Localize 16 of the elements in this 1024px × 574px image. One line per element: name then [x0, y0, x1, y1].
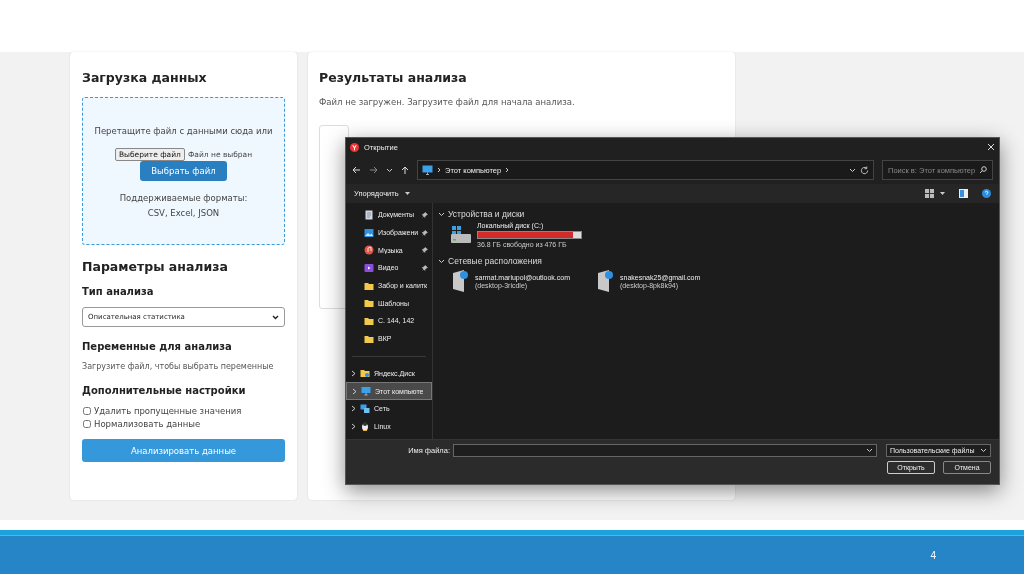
checkbox-label: Удалить пропущенные значения [94, 406, 242, 416]
formats-text: Поддерживаемые форматы: CSV, Excel, JSON [118, 192, 249, 220]
section-heading: Загрузка данных [82, 70, 208, 85]
field-label: Переменные для анализа [82, 341, 233, 352]
checkbox-label: Нормализовать данные [94, 419, 201, 429]
page-number: 4 [930, 549, 936, 561]
field-label: Дополнительные настройки [82, 385, 247, 396]
choose-file-button[interactable]: Выбрать файл [140, 161, 227, 181]
section-heading: Параметры анализа [82, 259, 229, 274]
hint-text: Загрузите файл, чтобы выбрать переменные [82, 362, 275, 371]
status-message: Файл не загружен. Загрузите файл для начала анализа. [319, 97, 576, 107]
drop-text: Перетащите файл с данными сюда или [94, 126, 273, 136]
group-heading: Сетевые расположения [448, 256, 542, 266]
field-label: Тип анализа [82, 286, 155, 297]
section-heading: Результаты анализа [319, 70, 468, 85]
group-heading: Устройства и диски [448, 209, 525, 219]
